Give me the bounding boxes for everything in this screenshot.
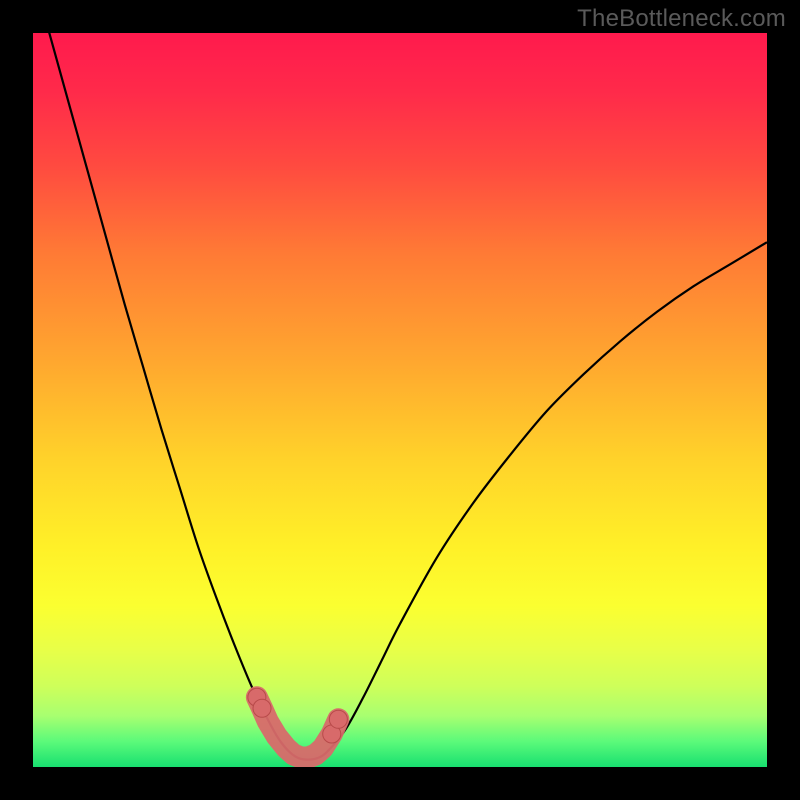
bottleneck-chart xyxy=(33,33,767,767)
gradient-background xyxy=(33,33,767,767)
chart-frame: TheBottleneck.com xyxy=(0,0,800,800)
watermark-label: TheBottleneck.com xyxy=(577,5,786,33)
plot-area xyxy=(33,33,767,767)
